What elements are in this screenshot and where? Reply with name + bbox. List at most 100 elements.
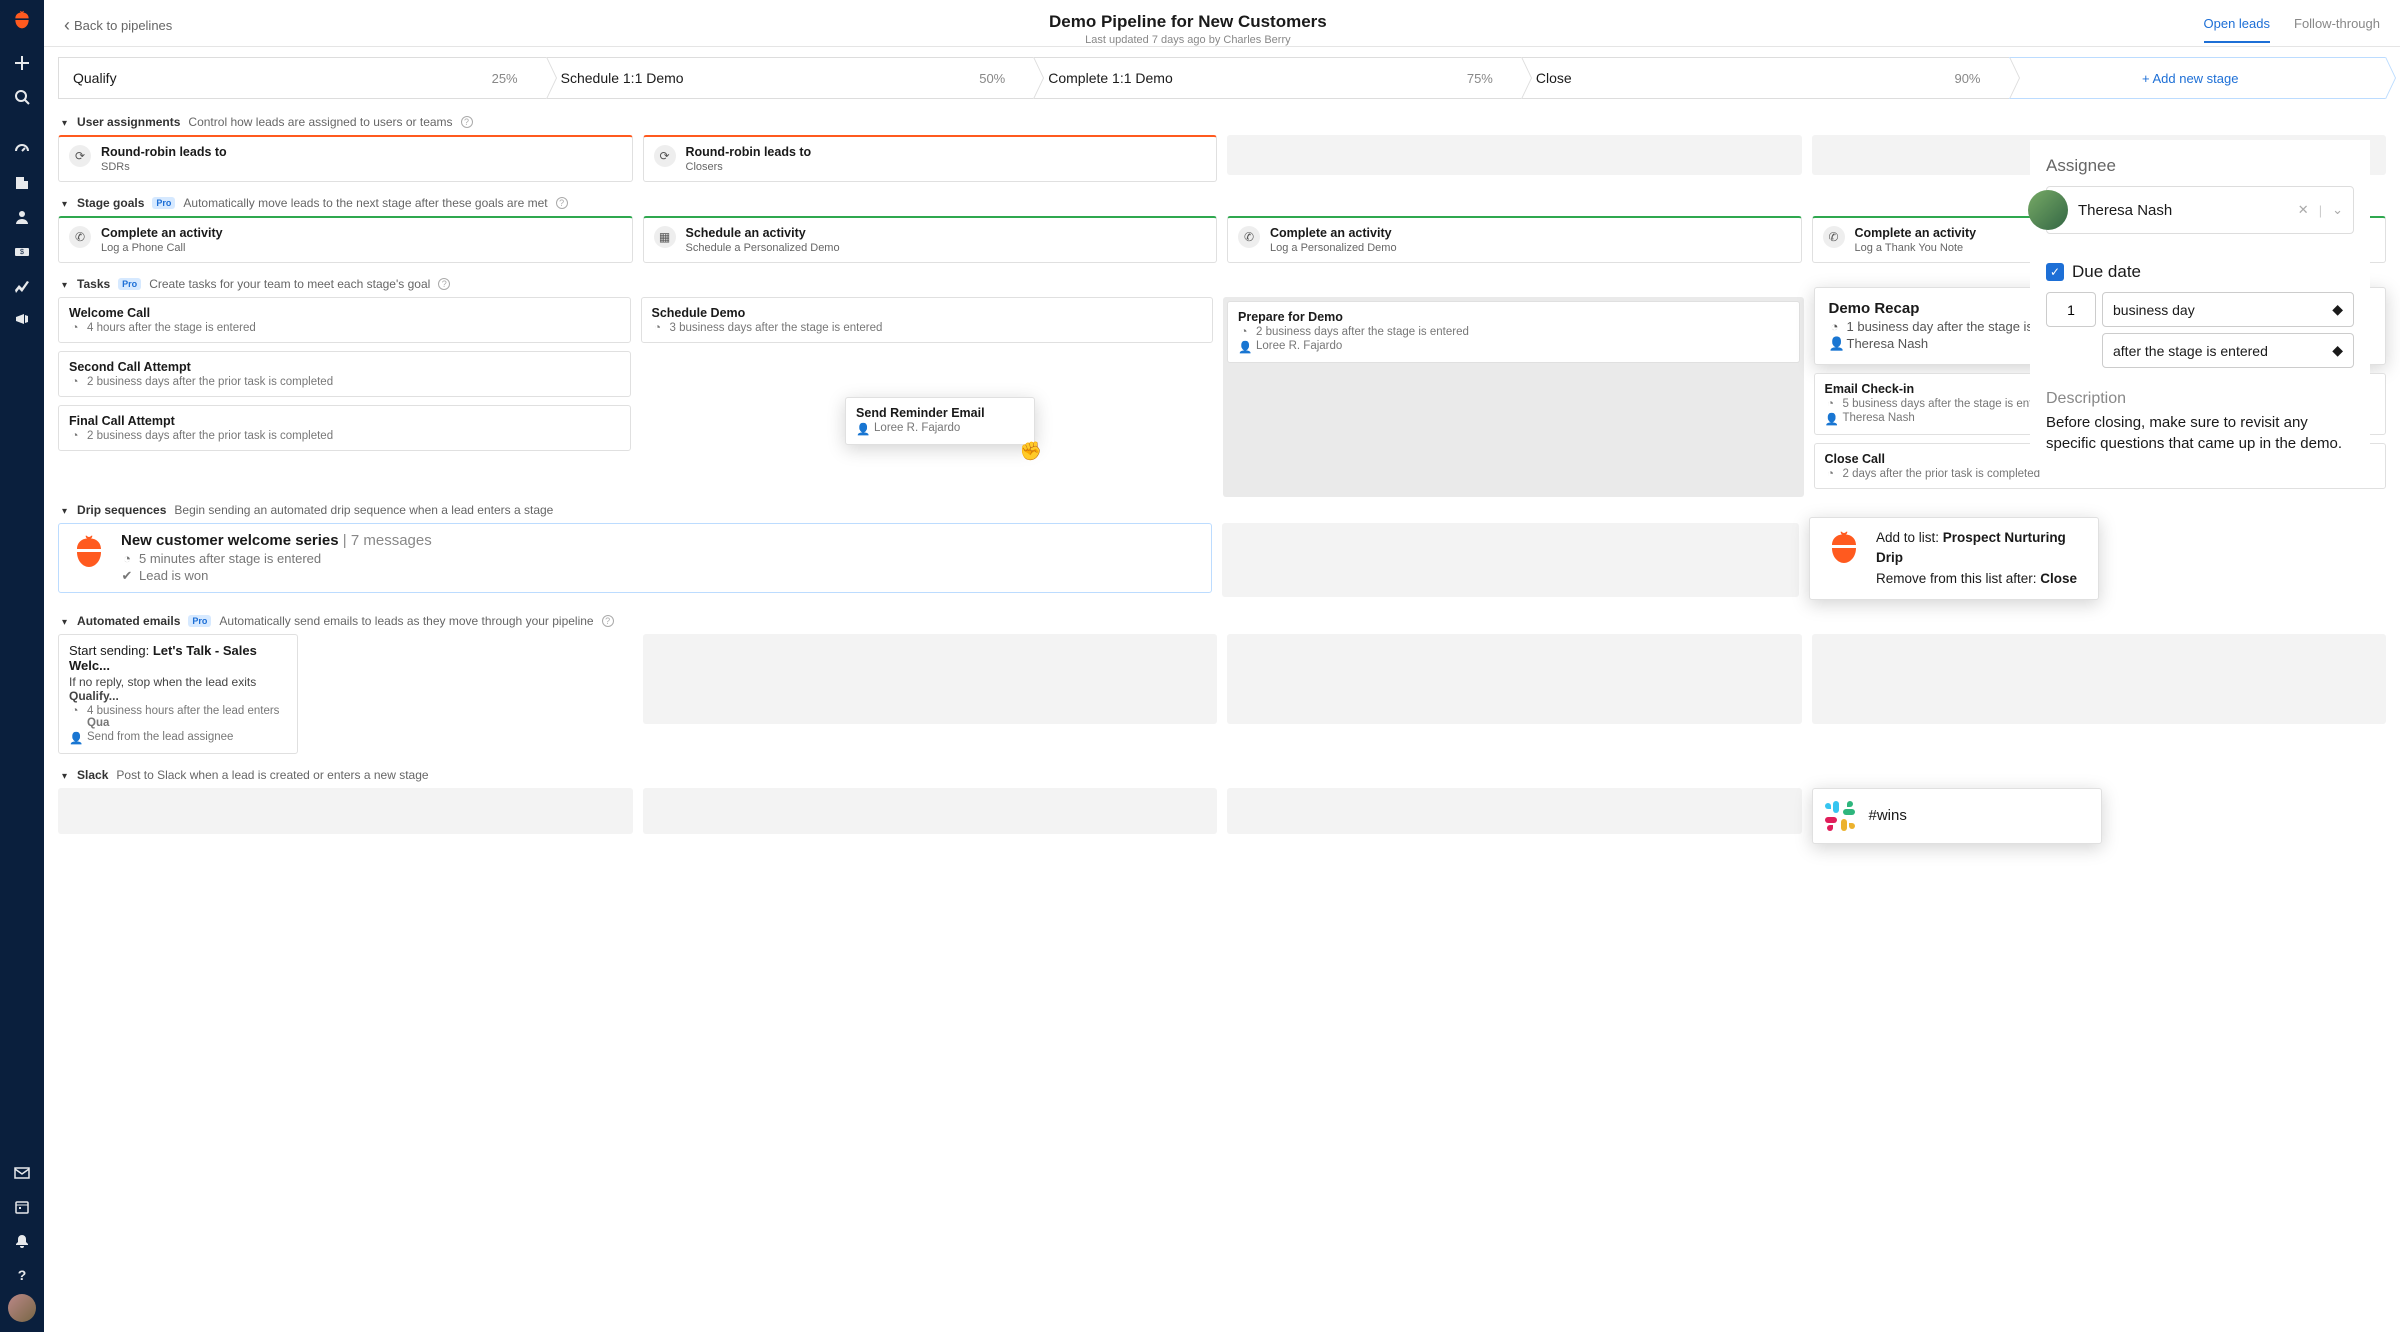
- person-icon: 👤: [1829, 336, 1841, 352]
- chevron-down-icon: [62, 614, 69, 628]
- assignee-avatar: [2028, 190, 2068, 230]
- due-date-label: Due date: [2072, 262, 2141, 282]
- phone-icon: ✆: [1238, 226, 1260, 248]
- chevron-down-icon: [62, 196, 69, 210]
- page-subtitle: Last updated 7 days ago by Charles Berry: [172, 34, 2203, 46]
- sidebar-nav: $ ?: [0, 0, 44, 1332]
- empty-slot[interactable]: [1812, 634, 2387, 724]
- task-card[interactable]: Final Call Attempt◔2 business days after…: [58, 405, 631, 451]
- clock-icon: ◔: [69, 705, 81, 717]
- empty-slot[interactable]: [1222, 523, 1799, 597]
- stage-close[interactable]: Close90%: [1521, 57, 2010, 99]
- email-card[interactable]: Start sending: Let's Talk - Sales Welc..…: [58, 634, 298, 754]
- calendar-icon[interactable]: [0, 1192, 44, 1222]
- assignment-card[interactable]: ⟳ Round-robin leads toSDRs: [58, 135, 633, 182]
- chevron-down-icon[interactable]: ⌄: [2332, 202, 2343, 218]
- help-icon[interactable]: ?: [602, 615, 614, 627]
- clock-icon: ◔: [1829, 319, 1841, 334]
- assignment-card[interactable]: ⟳ Round-robin leads toClosers: [643, 135, 1218, 182]
- detail-panel: Assignee Theresa Nash ✕|⌄ ✓ Due date bus…: [2030, 140, 2370, 470]
- clock-icon: ◔: [1825, 468, 1837, 480]
- due-unit-select[interactable]: business day◆: [2102, 292, 2354, 327]
- slack-channel: #wins: [1869, 807, 1907, 824]
- help-icon[interactable]: ?: [438, 278, 450, 290]
- drip-card[interactable]: New customer welcome series | 7 messages…: [58, 523, 1212, 593]
- acorn-icon: [1824, 528, 1864, 568]
- add-stage-button[interactable]: + Add new stage: [2009, 57, 2386, 99]
- search-icon[interactable]: [0, 82, 44, 112]
- task-card[interactable]: Prepare for Demo◔2 business days after t…: [1227, 301, 1800, 363]
- task-card[interactable]: Welcome Call◔4 hours after the stage is …: [58, 297, 631, 343]
- goal-card[interactable]: ✆Complete an activityLog a Phone Call: [58, 216, 633, 263]
- megaphone-icon[interactable]: [0, 304, 44, 334]
- empty-slot[interactable]: [1227, 634, 1802, 724]
- empty-slot[interactable]: [643, 788, 1218, 834]
- due-relative-select[interactable]: after the stage is entered◆: [2102, 333, 2354, 368]
- back-link[interactable]: Back to pipelines: [64, 12, 172, 33]
- empty-slot[interactable]: [643, 634, 1218, 724]
- due-number-input[interactable]: [2046, 292, 2096, 327]
- svg-text:?: ?: [18, 1267, 27, 1283]
- pro-badge: Pro: [152, 197, 175, 209]
- help-icon[interactable]: ?: [556, 197, 568, 209]
- plus-icon[interactable]: [0, 48, 44, 78]
- empty-slot[interactable]: [1227, 788, 1802, 834]
- mail-icon[interactable]: [0, 1158, 44, 1188]
- phone-icon: ✆: [1823, 226, 1845, 248]
- goal-card[interactable]: ▦Schedule an activitySchedule a Personal…: [643, 216, 1218, 263]
- person-icon: 👤: [856, 422, 868, 436]
- person-icon: 👤: [1825, 412, 1837, 426]
- due-date-checkbox[interactable]: ✓: [2046, 263, 2064, 281]
- section-slack[interactable]: Slack Post to Slack when a lead is creat…: [44, 762, 2400, 788]
- clock-icon: ◔: [69, 430, 81, 442]
- refresh-icon: ⟳: [69, 145, 91, 167]
- stage-qualify[interactable]: Qualify25%: [58, 57, 547, 99]
- user-avatar[interactable]: [8, 1294, 36, 1322]
- page-title: Demo Pipeline for New Customers: [172, 12, 2203, 32]
- help-icon[interactable]: ?: [0, 1260, 44, 1290]
- page-header: Back to pipelines Demo Pipeline for New …: [44, 0, 2400, 47]
- tab-open-leads[interactable]: Open leads: [2204, 16, 2271, 43]
- bell-icon[interactable]: [0, 1226, 44, 1256]
- grab-cursor-icon: ✊: [1020, 441, 1042, 462]
- tab-follow-through[interactable]: Follow-through: [2294, 16, 2380, 43]
- calendar-icon: ▦: [654, 226, 676, 248]
- clock-icon: ◔: [1825, 398, 1837, 410]
- pro-badge: Pro: [118, 278, 141, 290]
- clock-icon: ◔: [121, 551, 133, 566]
- slack-card[interactable]: #wins: [1812, 788, 2102, 844]
- chevron-down-icon: [62, 115, 69, 129]
- app-logo-icon[interactable]: [12, 10, 32, 30]
- empty-slot[interactable]: [58, 788, 633, 834]
- clock-icon: ◔: [69, 376, 81, 388]
- sort-icon: ◆: [2332, 342, 2343, 359]
- company-icon[interactable]: [0, 168, 44, 198]
- refresh-icon: ⟳: [654, 145, 676, 167]
- person-icon[interactable]: [0, 202, 44, 232]
- chevron-down-icon: [62, 768, 69, 782]
- deals-icon[interactable]: $: [0, 236, 44, 266]
- drip-card[interactable]: Add to list: Prospect Nurturing Drip Rem…: [1809, 517, 2099, 600]
- section-user-assignments[interactable]: User assignments Control how leads are a…: [44, 109, 2400, 135]
- section-emails[interactable]: Automated emails Pro Automatically send …: [44, 608, 2400, 634]
- clock-icon: ◔: [1238, 326, 1250, 338]
- clear-icon[interactable]: ✕: [2298, 202, 2309, 218]
- stage-schedule[interactable]: Schedule 1:1 Demo50%: [546, 57, 1035, 99]
- assignee-select[interactable]: Theresa Nash ✕|⌄: [2046, 186, 2354, 234]
- pro-badge: Pro: [188, 615, 211, 627]
- stage-complete[interactable]: Complete 1:1 Demo75%: [1033, 57, 1522, 99]
- chevron-down-icon: [62, 503, 69, 517]
- task-card[interactable]: Schedule Demo◔3 business days after the …: [641, 297, 1214, 343]
- empty-slot[interactable]: [1227, 135, 1802, 175]
- task-drop-zone[interactable]: Prepare for Demo◔2 business days after t…: [1223, 297, 1804, 497]
- reports-icon[interactable]: [0, 270, 44, 300]
- help-icon[interactable]: ?: [461, 116, 473, 128]
- chevron-down-icon: [62, 277, 69, 291]
- phone-icon: ✆: [69, 226, 91, 248]
- task-card[interactable]: Second Call Attempt◔2 business days afte…: [58, 351, 631, 397]
- check-icon: ✔: [121, 568, 133, 584]
- task-card-dragging[interactable]: Send Reminder Email 👤Loree R. Fajardo ✊: [845, 397, 1035, 445]
- dashboard-icon[interactable]: [0, 134, 44, 164]
- goal-card[interactable]: ✆Complete an activityLog a Personalized …: [1227, 216, 1802, 263]
- description-text[interactable]: Before closing, make sure to revisit any…: [2046, 412, 2354, 454]
